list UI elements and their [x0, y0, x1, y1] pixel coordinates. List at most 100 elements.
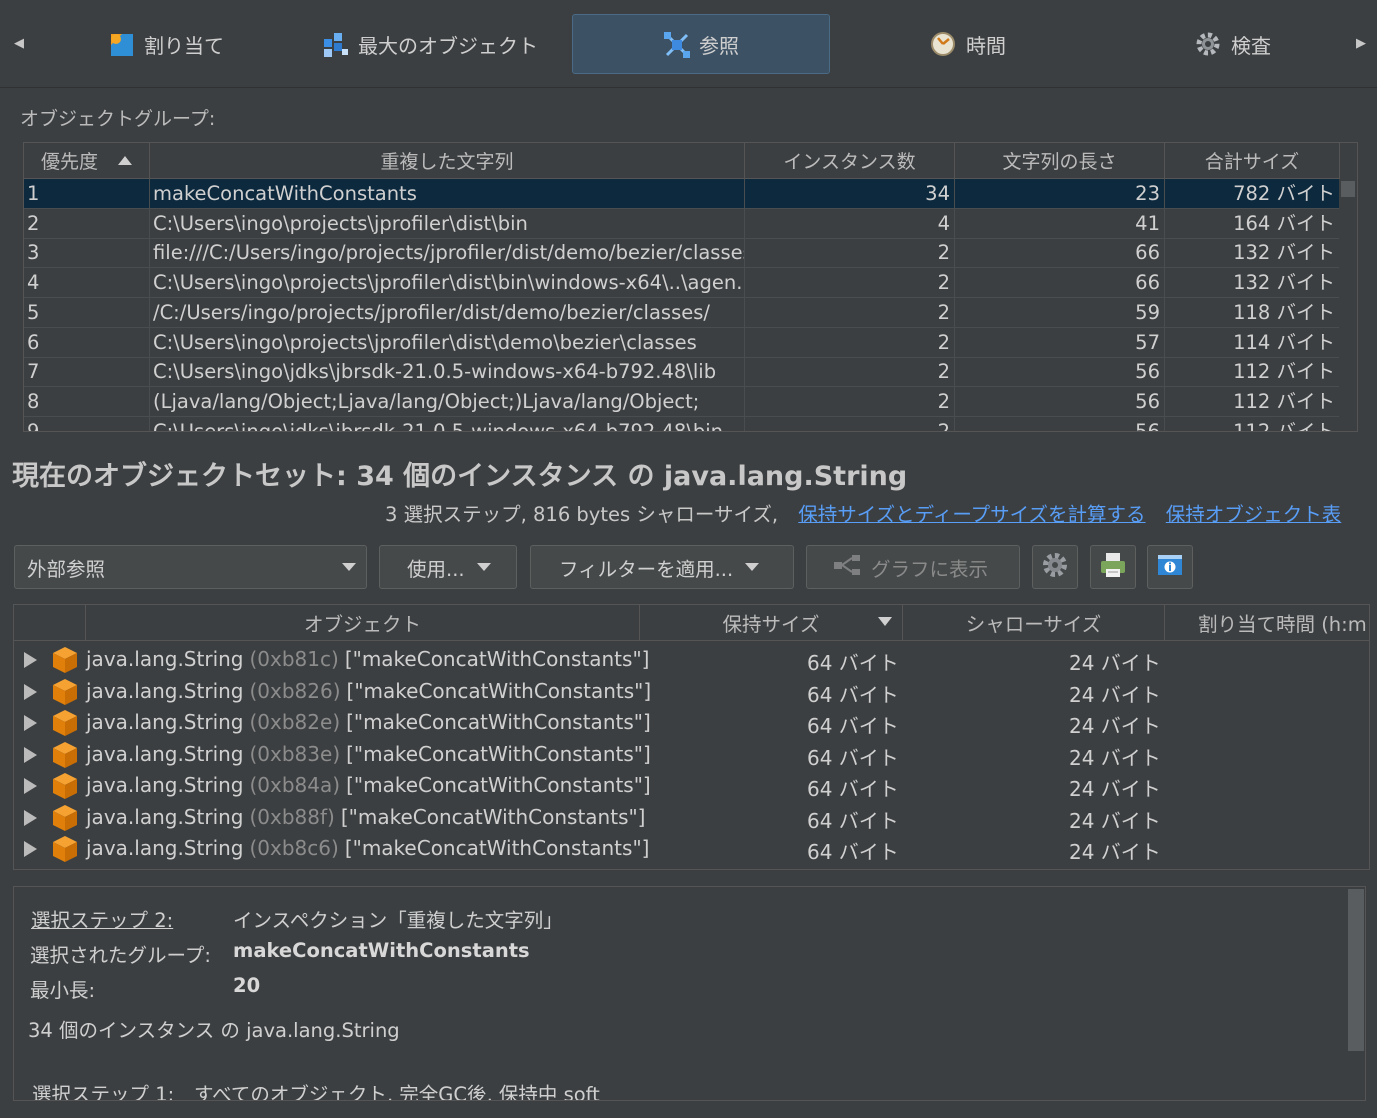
expand-arrow-icon[interactable] [24, 715, 37, 731]
string-length-cell: 23 [955, 179, 1165, 209]
column-header-allocation-time[interactable]: 割り当て時間 (h:m [1165, 605, 1369, 641]
column-header-shallow-size[interactable]: シャローサイズ [903, 605, 1165, 641]
tab-allocations-label: 割り当て [144, 33, 224, 58]
shallow-size-cell: 24 バイト [1069, 714, 1161, 738]
table-row[interactable]: 1 makeConcatWithConstants 34 23 782 バイト [24, 179, 1340, 209]
chevron-down-icon [476, 563, 491, 571]
allocations-icon [108, 31, 134, 57]
settings-button[interactable] [1032, 545, 1078, 589]
table-row[interactable]: java.lang.String (0xb82e) ["makeConcatWith… [14, 707, 1369, 738]
column-header-total-size[interactable]: 合計サイズ [1165, 143, 1340, 179]
duplicate-string-cell: (Ljava/lang/Object;Ljava/lang/Object;)Lj… [150, 386, 745, 417]
object-label: java.lang.String (0xb8c6) ["makeConcatWith… [86, 836, 649, 860]
table-row[interactable]: 5/C:/Users/ingo/projects/jprofiler/dist/… [24, 297, 1340, 328]
table-row[interactable]: java.lang.String (0xb8c6) ["makeConcatWith… [14, 833, 1369, 864]
apply-filter-label: フィルターを適用... [559, 557, 734, 581]
tab-references[interactable]: 参照 [572, 14, 830, 74]
table-row[interactable]: java.lang.String (0xb88f) ["makeConcatWith… [14, 802, 1369, 833]
shallow-size-cell: 24 バイト [1069, 745, 1161, 770]
object-address: (0xb8c6) [249, 836, 339, 860]
use-button[interactable]: 使用... [379, 545, 517, 589]
selection-step-1-link[interactable]: 選択ステップ 1: [32, 1078, 174, 1100]
print-button[interactable] [1090, 545, 1136, 589]
tab-biggest-objects[interactable]: 最大のオブジェクト [322, 14, 562, 74]
string-length-cell: 57 [955, 327, 1165, 358]
current-object-set-summary: 3 選択ステップ, 816 bytes シャローサイズ, 保持サイズとディープサ… [385, 498, 1341, 527]
column-header-instance-count[interactable]: インスタンス数 [745, 143, 955, 179]
references-icon [663, 31, 690, 58]
table-row[interactable]: 3 file:///C:/Users/ingo/projects/jprofile… [24, 238, 1340, 269]
object-label: java.lang.String (0xb826) ["makeConcatWith… [86, 679, 651, 703]
selection-steps-pane: 選択ステップ 2: インスペクション「重複した文字列」 選択されたグループ: m… [13, 886, 1366, 1101]
table-row[interactable]: java.lang.String (0xb826) ["makeConcatWith… [14, 676, 1369, 707]
table-scrollbar[interactable] [1339, 179, 1357, 431]
column-header-duplicate-string[interactable]: 重複した文字列 [150, 143, 745, 179]
sort-ascending-icon [118, 156, 132, 165]
table-row[interactable]: 8 (Ljava/lang/Object;Ljava/lang/Object;)L… [24, 386, 1340, 417]
tab-inspections[interactable]: 検査 [1195, 14, 1305, 74]
expand-arrow-icon[interactable] [24, 746, 37, 763]
column-header-priority[interactable]: 優先度 [24, 143, 150, 179]
calculate-retained-sizes-link[interactable]: 保持サイズとディープサイズを計算する [798, 503, 1145, 526]
object-label: java.lang.String (0xb84a) ["makeConcatWith… [86, 773, 651, 797]
column-header-retained-size[interactable]: 保持サイズ [640, 605, 903, 641]
table-row[interactable]: 2 C:\Users\ingo\projects\jprofiler\dist\b… [24, 208, 1340, 239]
string-length-cell: 59 [955, 297, 1165, 328]
apply-filter-button[interactable]: フィルターを適用... [530, 545, 794, 589]
object-class: java.lang.String [86, 741, 244, 766]
object-instance-icon [52, 709, 78, 736]
object-address: (0xb88f) [249, 804, 335, 829]
scrollbar-thumb[interactable] [1348, 889, 1364, 1051]
use-button-label: 使用... [407, 557, 465, 581]
object-class: java.lang.String [86, 710, 244, 734]
column-header-object[interactable]: オブジェクト [86, 605, 640, 641]
table-row[interactable]: java.lang.String (0xb81c) ["makeConcatWith… [14, 644, 1369, 675]
retained-objects-link[interactable]: 保持オブジェクト表 [1166, 503, 1342, 526]
column-header-expander [14, 605, 86, 641]
string-length-cell: 56 [955, 386, 1165, 417]
expand-arrow-icon[interactable] [24, 683, 37, 700]
selected-group-value: makeConcatWithConstants [233, 939, 530, 962]
table-row[interactable]: 9 C:\Users\ingo\jdks\jbrsdk-21.0.5-window… [24, 416, 1340, 431]
shallow-size-cell: 24 バイト [1069, 777, 1161, 801]
object-class: java.lang.String [86, 836, 244, 860]
gear-icon [1041, 551, 1069, 584]
object-address: (0xb83e) [249, 741, 341, 766]
table-row[interactable]: 4 C:\Users\ingo\projects\jprofiler\dist\b… [24, 268, 1340, 299]
table-row[interactable]: 6 C:\Users\ingo\projects\jprofiler\dist\d… [24, 327, 1340, 358]
chevron-down-icon [745, 563, 760, 571]
tab-time[interactable]: 時間 [930, 14, 1040, 74]
selection-step-1-description: すべてのオブジェクト, 完全GC後, 保持中 soft [194, 1083, 600, 1101]
show-in-graph-button[interactable]: グラフに表示 [806, 545, 1020, 589]
column-header-string-length[interactable]: 文字列の長さ [955, 143, 1165, 179]
biggest-objects-icon [322, 31, 348, 57]
scroll-right-icon[interactable]: ▶ [1356, 36, 1366, 51]
selection-step-2-link[interactable]: 選択ステップ 2: [31, 904, 173, 933]
retained-size-cell: 64 バイト [807, 651, 899, 675]
expand-arrow-icon[interactable] [24, 652, 37, 668]
duplicate-strings-table[interactable]: 優先度 重複した文字列 インスタンス数 文字列の長さ 合計サイズ 1 makeCo… [23, 142, 1358, 432]
scrollbar-thumb[interactable] [1341, 181, 1355, 197]
export-button[interactable] [1147, 545, 1193, 589]
info-scrollbar[interactable] [1347, 887, 1365, 1100]
table-row[interactable]: java.lang.String (0xb83e) ["makeConcatWith… [14, 739, 1369, 770]
shallow-size-cell: 24 バイト [1069, 840, 1161, 864]
expand-arrow-icon[interactable] [24, 809, 37, 826]
selection-step-2-description: インスペクション「重複した文字列」 [233, 909, 563, 932]
references-table[interactable]: オブジェクト 保持サイズ シャローサイズ 割り当て時間 (h:m java.la… [13, 604, 1370, 870]
object-value: ["makeConcatWithConstants"] [346, 678, 652, 703]
priority-cell: 6 [24, 327, 150, 358]
duplicate-string-cell: C:\Users\ingo\projects\jprofiler\dist\bi… [150, 268, 745, 299]
step-result-summary: 34 個のインスタンス の java.lang.String [28, 1019, 400, 1042]
table-row[interactable]: java.lang.String (0xb84a) ["makeConcatWith… [14, 770, 1369, 801]
expand-arrow-icon[interactable] [24, 778, 37, 794]
table-row[interactable]: 7 C:\Users\ingo\jdks\jbrsdk-21.0.5-window… [24, 357, 1340, 388]
object-value: ["makeConcatWithConstants"] [346, 741, 651, 766]
scroll-left-icon[interactable]: ◀ [14, 36, 24, 51]
tab-allocations[interactable]: 割り当て [108, 14, 278, 74]
object-value: ["makeConcatWithConstants"] [340, 804, 646, 829]
string-length-cell: 66 [955, 238, 1165, 269]
expand-arrow-icon[interactable] [24, 841, 37, 857]
object-instance-icon [52, 835, 78, 862]
view-selector[interactable]: 外部参照 [14, 545, 367, 589]
